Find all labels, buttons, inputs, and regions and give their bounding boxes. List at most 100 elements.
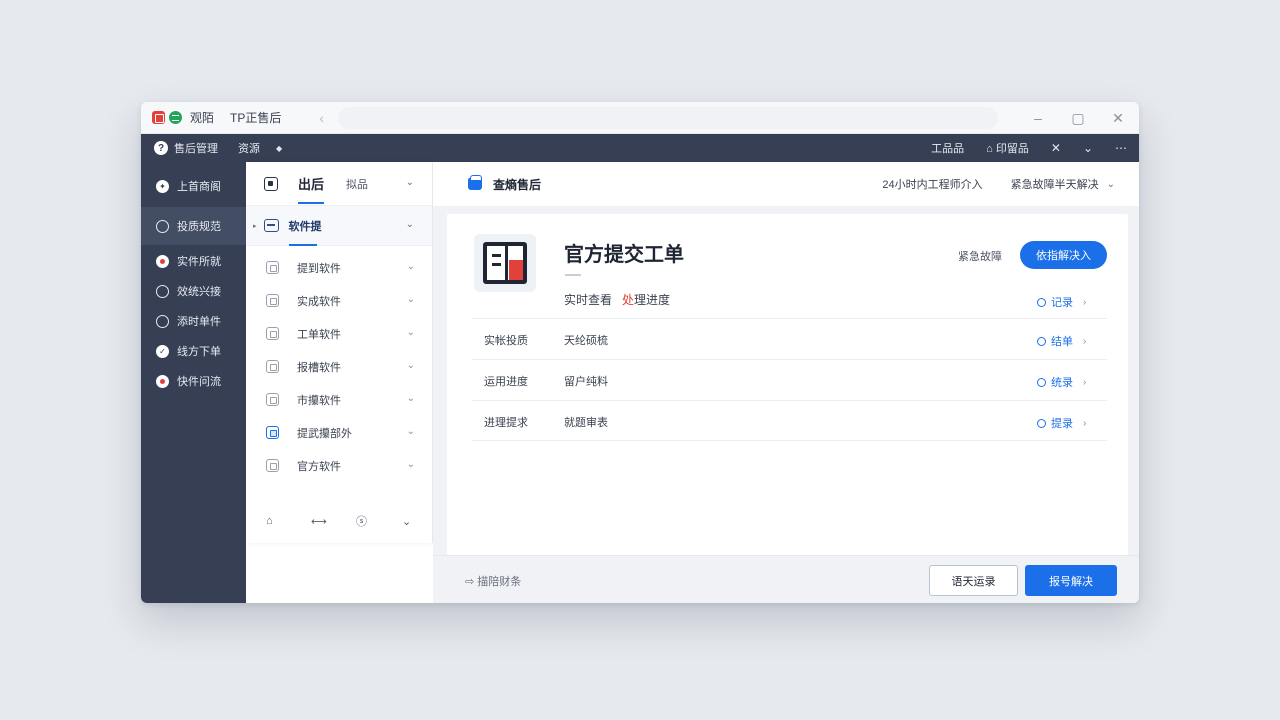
list-item-label: 提到软件 [297,262,341,275]
app-window: 观陌 TP正售后 ‹ – ▢ ✕ ? 售后管理 资源 ◆ 工品品 ⌂ 印留品 ✕… [141,102,1139,603]
selected-category[interactable]: ▸ 软件提 ⌄ [246,206,432,246]
chevron-down-icon[interactable]: ⌄ [1107,179,1115,190]
restore-icon[interactable]: ▢ [1071,110,1085,127]
tab-products[interactable]: 拟品 [346,176,368,192]
record-link[interactable]: 记录 › [1037,294,1086,310]
sidebar-item-label: 效统兴接 [177,286,221,298]
resolve-button[interactable]: 依指解决入 [1020,241,1107,269]
nav-right-item-1[interactable]: 工品品 [931,140,964,156]
nav-item-resources[interactable]: 资源 [238,140,260,156]
more-icon[interactable]: ⋯ [1115,141,1127,155]
footer-bar: ⇨ 描陪财条 语天运录 报号解决 [433,555,1139,603]
list-item[interactable]: 报槽软件 ⌄ [246,350,433,383]
address-bar[interactable] [338,106,999,129]
tab-aftersales[interactable]: 出后 [298,174,325,204]
header-link-urgent[interactable]: 紧急故障半天解决 [1011,176,1099,192]
page-title: 查熵售后 [493,177,542,192]
row-action-link[interactable]: 提录 › [1037,415,1086,431]
nav-right-item-2[interactable]: ⌂ 印留品 [986,140,1029,156]
card-title: 官方提交工单 [564,244,684,266]
chevron-right-icon: › [1083,296,1087,308]
chevron-down-icon[interactable]: ⌄ [407,261,415,272]
chevron-down-icon[interactable]: ⌄ [407,459,415,470]
sync-icon[interactable]: ⓢ [356,513,367,529]
category-list: 提到软件 ⌄ 实成软件 ⌄ 工单软件 ⌄ 报槽软件 ⌄ 市攥软件 ⌄ 提武攥部外… [246,251,433,482]
selected-category-label: 软件提 [288,218,322,246]
list-item[interactable]: 提武攥部外 ⌄ [246,416,433,449]
list-item[interactable]: 实成软件 ⌄ [246,284,433,317]
circle-icon [1037,297,1046,307]
list-item-label: 官方软件 [297,460,341,473]
list-item[interactable]: 提到软件 ⌄ [246,251,433,284]
sidebar-record-icon [156,374,169,388]
sidebar-item-7[interactable]: 快件问流 [141,368,246,394]
list-item-label: 报槽软件 [297,361,341,374]
title-bar: 观陌 TP正售后 ‹ – ▢ ✕ [141,102,1139,134]
sidebar-item-label: 实件所就 [177,256,221,268]
urgent-label: 紧急故障 [958,251,1002,263]
sidebar-item-3[interactable]: 实件所就 [141,248,246,274]
minimize-icon[interactable]: – [1031,110,1045,126]
list-item-label: 工单软件 [297,328,341,341]
briefcase-icon [468,175,482,190]
app-logo-red-icon [152,111,165,124]
sidebar-item-5[interactable]: 添时单件 [141,308,246,334]
chevron-down-icon[interactable]: ⌄ [406,177,414,188]
chevron-down-icon[interactable]: ⌄ [407,393,415,404]
footer-link[interactable]: ⇨ 描陪财条 [465,573,521,589]
tools-icon[interactable]: ✕ [1051,141,1061,155]
category-panel: 出后 拟品 ⌄ ▸ 软件提 ⌄ 提到软件 ⌄ 实成软件 ⌄ 工单软件 ⌄ 报槽软… [246,162,433,543]
ticket-card: 官方提交工单 实时查看 处理进度 紧急故障 依指解决入 记录 › 实帐投质 天纶… [447,214,1128,555]
sidebar-circle-icon [156,314,169,328]
row-action-link[interactable]: 统录 › [1037,374,1086,390]
panel-tabs: 出后 拟品 ⌄ [246,162,432,206]
row-key: 进理提求 [484,417,528,429]
row-value: 就题审表 [564,417,608,429]
sidebar-item-2[interactable]: 投质规范 [141,207,246,245]
nav-item-aftersales[interactable]: 售后管理 [174,140,218,156]
list-item[interactable]: 市攥软件 ⌄ [246,383,433,416]
product-icon [474,234,536,292]
list-item[interactable]: 官方软件 ⌄ [246,449,433,482]
chevron-down-icon[interactable]: ⌄ [407,294,415,305]
list-item-label: 市攥软件 [297,394,341,407]
software-icon [266,393,279,406]
table-row[interactable]: 进理提求 就题审表 提录 › [472,400,1107,441]
chevron-down-icon[interactable]: ⌄ [1083,141,1093,155]
window-controls: – ▢ ✕ [1031,102,1125,134]
circle-icon [1037,377,1046,387]
chevron-down-icon[interactable]: ⌄ [407,327,415,338]
list-item-label: 实成软件 [297,295,341,308]
chevron-down-icon[interactable]: ⌄ [406,219,414,230]
home-icon[interactable]: ⌂ [266,515,273,527]
chevron-down-icon[interactable]: ⌄ [407,426,415,437]
chevron-down-icon[interactable]: ⌄ [402,515,411,528]
help-icon[interactable]: ? [154,141,168,155]
sidebar-item-label: 投质规范 [177,221,221,233]
chevron-right-icon: › [1083,335,1087,347]
table-row[interactable]: 实帐投质 天纶硕梳 结单 › [472,318,1107,359]
sidebar-item-6[interactable]: ✓ 线方下单 [141,338,246,364]
panel-bottom-toolbar: ⌂ ⟷ ⓢ ⌄ [246,506,433,536]
row-action-link[interactable]: 结单 › [1037,333,1086,349]
sidebar-circle-icon [156,284,169,298]
submit-button[interactable]: 报号解决 [1025,565,1117,596]
row-value: 天纶硕梳 [564,335,608,347]
top-navbar: ? 售后管理 资源 ◆ 工品品 ⌂ 印留品 ✕ ⌄ ⋯ [141,134,1139,162]
close-icon[interactable]: ✕ [1111,110,1125,127]
back-arrow-icon[interactable]: ‹ [319,110,324,126]
content-header: 查熵售后 24小时内工程师介入 紧急故障半天解决 ⌄ [433,162,1139,206]
sidebar-item-label: 上首商阁 [177,181,221,193]
header-link-engineer[interactable]: 24小时内工程师介入 [882,176,982,192]
sidebar-item-1[interactable]: ✦ 上首商阁 [141,173,246,199]
secondary-button[interactable]: 语天运录 [929,565,1018,596]
main-content: 查熵售后 24小时内工程师介入 紧急故障半天解决 ⌄ 官方提交工单 实时查看 处… [433,162,1139,603]
divider [472,440,1107,441]
resize-icon[interactable]: ⟷ [311,515,327,528]
sidebar-item-4[interactable]: 效统兴接 [141,278,246,304]
table-row[interactable]: 运用进度 留户纯料 统录 › [472,359,1107,400]
list-item-label: 提武攥部外 [297,427,352,440]
chevron-down-icon[interactable]: ⌄ [407,360,415,371]
chevron-right-icon: › [1083,417,1087,429]
list-item[interactable]: 工单软件 ⌄ [246,317,433,350]
